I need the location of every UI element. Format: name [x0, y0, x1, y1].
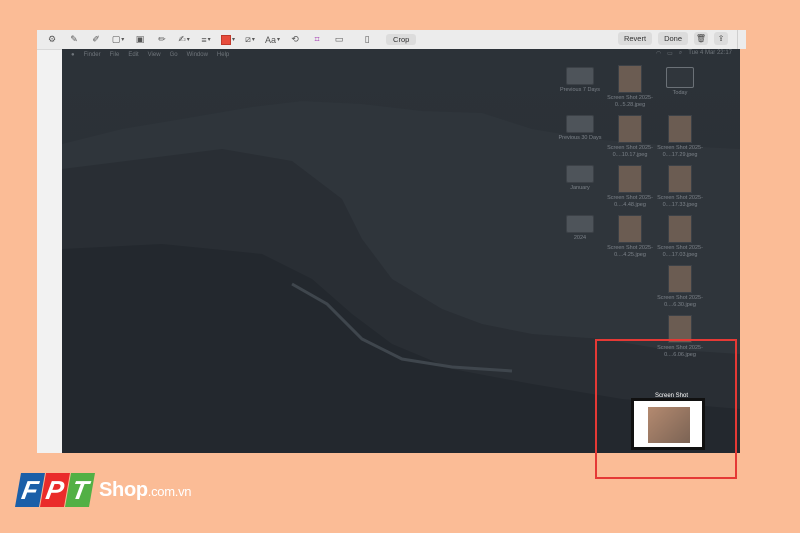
- image-file-icon: [668, 165, 692, 193]
- brand-name: Shop.com.vn: [99, 478, 192, 502]
- text-box-icon[interactable]: ▣: [133, 33, 147, 47]
- draw-icon[interactable]: ✐: [89, 33, 103, 47]
- image-file-icon: [668, 115, 692, 143]
- desktop-file-label: Today: [672, 90, 688, 96]
- folder-icon: [566, 115, 594, 133]
- monitor-icon: [666, 67, 694, 88]
- folder-icon: [566, 67, 594, 85]
- crop-button[interactable]: Crop: [386, 34, 417, 45]
- clock[interactable]: Tue 4 Mar 22:17: [688, 50, 732, 57]
- shapes-icon[interactable]: ▢: [111, 33, 125, 47]
- brand-shop: Shop: [99, 478, 148, 501]
- device-icon[interactable]: ▯: [360, 33, 374, 47]
- brand-domain: .com.vn: [147, 483, 192, 499]
- note-icon[interactable]: ▭: [332, 33, 346, 47]
- folder-icon: [566, 165, 594, 183]
- menu-item[interactable]: Go: [170, 52, 178, 58]
- desktop-file-label: Screen Shot 2025-0....6.30.jpeg: [657, 295, 703, 308]
- highlight-icon[interactable]: ✏: [155, 33, 169, 47]
- crop-tool-icon[interactable]: ⌗: [310, 33, 324, 47]
- battery-icon[interactable]: ▭: [667, 50, 673, 57]
- fpt-shop-logo: F P T Shop.com.vn: [15, 473, 192, 507]
- folder-icon: [566, 215, 594, 233]
- desktop-file[interactable]: Screen Shot 2025-0....6.30.jpeg: [650, 265, 710, 309]
- image-file-icon: [618, 115, 642, 143]
- desktop-file[interactable]: Screen Shot 2025-0....17.03.jpeg: [650, 215, 710, 259]
- rotate-icon[interactable]: ⟲: [288, 33, 302, 47]
- menu-item[interactable]: Edit: [128, 52, 138, 58]
- done-button[interactable]: Done: [658, 32, 688, 45]
- desktop-file[interactable]: Screen Shot 2025-0....17.29.jpeg: [650, 115, 710, 159]
- dragged-screenshot-thumbnail[interactable]: [631, 398, 705, 450]
- desktop-file-label: Screen Shot 2025-0....17.33.jpeg: [657, 195, 703, 208]
- menu-item[interactable]: File: [110, 52, 120, 58]
- menu-item[interactable]: Help: [217, 52, 229, 58]
- wifi-icon[interactable]: ◠: [656, 50, 661, 57]
- sign-icon[interactable]: ✍: [177, 33, 191, 47]
- lines-icon[interactable]: ≡: [199, 33, 213, 47]
- window-edge: [737, 30, 746, 49]
- fill-color-icon[interactable]: ⧄: [243, 33, 257, 47]
- menu-item[interactable]: Finder: [84, 52, 101, 58]
- search-icon[interactable]: ⌕: [679, 50, 682, 57]
- menu-item[interactable]: Window: [187, 52, 208, 58]
- image-file-icon: [668, 265, 692, 293]
- desktop-file[interactable]: Screen Shot 2025-0....17.33.jpeg: [650, 165, 710, 209]
- markup-toolbar: ⚙ ✎ ✐ ▢ ▣ ✏ ✍ ≡ ⧄ Aa ⟲ ⌗ ▭ ▯ Crop Revert…: [37, 30, 746, 50]
- image-file-icon: [618, 65, 642, 93]
- image-file-icon: [618, 165, 642, 193]
- logo-letter: T: [65, 473, 95, 507]
- trash-icon[interactable]: 🗑: [694, 32, 708, 45]
- toolbar-right: Revert Done 🗑 ⇪: [617, 32, 728, 45]
- desktop-file-label: Screen Shot 2025-0....17.03.jpeg: [657, 245, 703, 258]
- image-file-icon: [668, 215, 692, 243]
- thumbnail-photo: [648, 407, 690, 443]
- border-color-icon[interactable]: [221, 33, 235, 47]
- mac-menubar: ● Finder File Edit View Go Window Help ◠…: [62, 49, 740, 60]
- share-icon[interactable]: ⇪: [714, 32, 728, 45]
- gear-icon[interactable]: ⚙: [45, 33, 59, 47]
- desktop-file-label: Screen Shot 2025-0....17.29.jpeg: [657, 145, 703, 158]
- menu-item[interactable]: View: [148, 52, 161, 58]
- sketch-icon[interactable]: ✎: [67, 33, 81, 47]
- revert-button[interactable]: Revert: [617, 32, 653, 45]
- apple-icon[interactable]: ●: [71, 52, 75, 58]
- desktop-file[interactable]: Today: [650, 67, 710, 97]
- text-style-icon[interactable]: Aa: [265, 33, 280, 47]
- desktop-file-label: Screen Shot 2025-0...5.28.jpeg: [607, 95, 653, 108]
- image-file-icon: [618, 215, 642, 243]
- menubar-status: ◠ ▭ ⌕ Tue 4 Mar 22:17: [656, 50, 732, 57]
